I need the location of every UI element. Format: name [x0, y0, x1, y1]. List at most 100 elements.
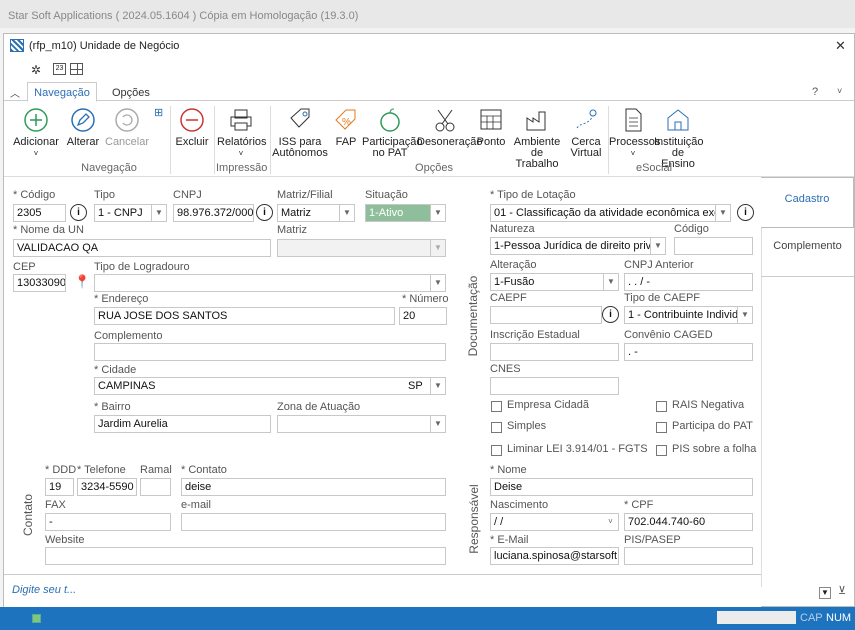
dropdown-icon[interactable]: ▼: [819, 587, 831, 599]
chevron-down-icon[interactable]: ▼: [650, 238, 665, 254]
nascimento-input[interactable]: / / ˅: [490, 513, 619, 531]
fap-button[interactable]: % FAP: [331, 106, 361, 148]
cnpj-info-icon[interactable]: i: [256, 204, 273, 221]
factory-icon: [526, 111, 546, 131]
participacao-pat-button[interactable]: Participação no PAT: [362, 106, 423, 159]
close-button[interactable]: ✕: [835, 38, 846, 54]
rais-negativa-checkbox[interactable]: [656, 401, 667, 412]
cerca-virtual-button[interactable]: Cerca Virtual: [567, 106, 605, 159]
tipo-logradouro-select[interactable]: ▼: [94, 274, 446, 292]
desoneracao-button[interactable]: Desoneração: [417, 106, 482, 148]
natureza-select[interactable]: 1-Pessoa Jurídica de direito privac ▼: [490, 237, 666, 255]
ddd-input[interactable]: 19: [45, 478, 74, 496]
empresa-cidada-checkbox[interactable]: [491, 401, 502, 412]
undo-circle-icon: [115, 108, 139, 132]
numero-input[interactable]: 20: [399, 307, 447, 325]
fax-label: FAX: [45, 499, 66, 511]
cnpj-input[interactable]: 98.976.372/0001: [173, 204, 254, 222]
cidade-label: * Cidade: [94, 364, 137, 376]
cancelar-button[interactable]: Cancelar: [105, 106, 149, 148]
tab-navegacao[interactable]: Navegação: [27, 82, 97, 102]
nome-input[interactable]: Deise: [490, 478, 753, 496]
side-tab-complemento[interactable]: Complemento: [761, 228, 854, 277]
cnes-input[interactable]: [490, 377, 619, 395]
situacao-select[interactable]: 1-Ativo ▼: [365, 204, 446, 222]
email-input[interactable]: [181, 513, 446, 531]
chevron-down-icon[interactable]: ˅: [603, 514, 618, 530]
chevron-down-icon[interactable]: ▼: [715, 205, 730, 221]
pis-folha-checkbox[interactable]: [656, 445, 667, 456]
help-button[interactable]: ?: [812, 86, 818, 98]
codigo-input[interactable]: 2305: [13, 204, 66, 222]
ribbon-collapse-icon[interactable]: ︿: [10, 85, 20, 100]
pis-input[interactable]: [624, 547, 753, 565]
caepf-input[interactable]: [490, 306, 602, 324]
fap-label: FAP: [335, 136, 357, 148]
matriz-filial-select[interactable]: Matriz ▼: [277, 204, 355, 222]
ramal-input[interactable]: [140, 478, 171, 496]
ponto-button[interactable]: Ponto: [476, 106, 506, 148]
alteracao-label: Alteração: [490, 259, 537, 271]
chevron-down-icon[interactable]: ▼: [430, 205, 445, 221]
excluir-button[interactable]: Excluir: [174, 106, 210, 148]
website-input[interactable]: [45, 547, 446, 565]
ribbon-expand-icon[interactable]: ˅: [837, 86, 842, 96]
participa-pat-checkbox[interactable]: [656, 422, 667, 433]
nome-un-input[interactable]: VALIDACAO QA: [13, 239, 271, 257]
cnpj-anterior-input[interactable]: . . / -: [624, 273, 753, 291]
cpf-input[interactable]: 702.044.740-60: [624, 513, 753, 531]
collapse-icon[interactable]: ✲: [31, 63, 41, 77]
codigo2-input[interactable]: [674, 237, 753, 255]
tipo-caepf-select[interactable]: 1 - Contribuinte Individu ▼: [624, 306, 753, 324]
percent-tag-icon: %: [335, 109, 356, 130]
zona-select[interactable]: ▼: [277, 415, 446, 433]
filter-icon[interactable]: ⊻: [838, 584, 846, 597]
caged-input[interactable]: . -: [624, 343, 753, 361]
tipo-lotacao-info-icon[interactable]: i: [737, 204, 754, 221]
caepf-info-icon[interactable]: i: [602, 306, 619, 323]
relatorios-button[interactable]: Relatórios ˅: [217, 106, 267, 159]
chevron-down-icon[interactable]: ▼: [151, 205, 166, 221]
adicionar-button[interactable]: Adicionar ˅: [12, 106, 60, 159]
chevron-down-icon[interactable]: ▼: [430, 240, 445, 256]
iss-autonomos-button[interactable]: ISS para Autônomos: [272, 106, 328, 159]
complemento-label: Complemento: [94, 330, 163, 342]
chevron-down-icon[interactable]: ▼: [430, 275, 445, 291]
cidade-select[interactable]: CAMPINAS SP ▼: [94, 377, 446, 395]
grid-icon[interactable]: [70, 63, 83, 75]
telefone-input[interactable]: 3234-5590: [77, 478, 137, 496]
new-record-icon[interactable]: ⊞: [154, 106, 163, 119]
tipo-lotacao-value: 01 - Classificação da atividade econômic…: [494, 207, 730, 219]
alteracao-select[interactable]: 1-Fusão ▼: [490, 273, 619, 291]
tipo-lotacao-select[interactable]: 01 - Classificação da atividade econômic…: [490, 204, 731, 222]
chevron-down-icon[interactable]: ▼: [339, 205, 354, 221]
instituicao-ensino-button[interactable]: Instituição de Ensino: [654, 106, 704, 170]
side-tab-cadastro[interactable]: Cadastro: [761, 177, 854, 228]
liminar-checkbox[interactable]: [491, 445, 502, 456]
simples-checkbox[interactable]: [491, 422, 502, 433]
complemento-input[interactable]: [94, 343, 446, 361]
processos-button[interactable]: Processos ˅: [609, 106, 660, 159]
bairro-input[interactable]: Jardim Aurelia: [94, 415, 271, 433]
ambiente-trabalho-button[interactable]: Ambiente de Trabalho: [507, 106, 567, 170]
fax-input[interactable]: -: [45, 513, 171, 531]
codigo-info-icon[interactable]: i: [70, 204, 87, 221]
contato-input[interactable]: deise: [181, 478, 446, 496]
tab-opcoes[interactable]: Opções: [112, 87, 150, 99]
svg-text:%: %: [342, 117, 351, 128]
alterar-button[interactable]: Alterar: [64, 106, 102, 148]
search-input[interactable]: Digite seu t...: [12, 584, 76, 596]
map-pin-icon[interactable]: 📍: [74, 274, 90, 290]
tipo-select[interactable]: 1 - CNPJ ▼: [94, 204, 167, 222]
chevron-down-icon[interactable]: ▼: [737, 307, 752, 323]
cep-input[interactable]: 13033090: [13, 274, 66, 292]
chevron-down-icon[interactable]: ▼: [430, 378, 445, 394]
resp-email-input[interactable]: luciana.spinosa@starsoft.cc: [490, 547, 619, 565]
chevron-down-icon[interactable]: ▼: [430, 416, 445, 432]
inscricao-input[interactable]: [490, 343, 619, 361]
calendar-icon[interactable]: 23: [53, 63, 66, 75]
website-label: Website: [45, 534, 85, 546]
chevron-down-icon[interactable]: ▼: [603, 274, 618, 290]
endereco-input[interactable]: RUA JOSE DOS SANTOS: [94, 307, 395, 325]
matriz-select[interactable]: ▼: [277, 239, 446, 257]
